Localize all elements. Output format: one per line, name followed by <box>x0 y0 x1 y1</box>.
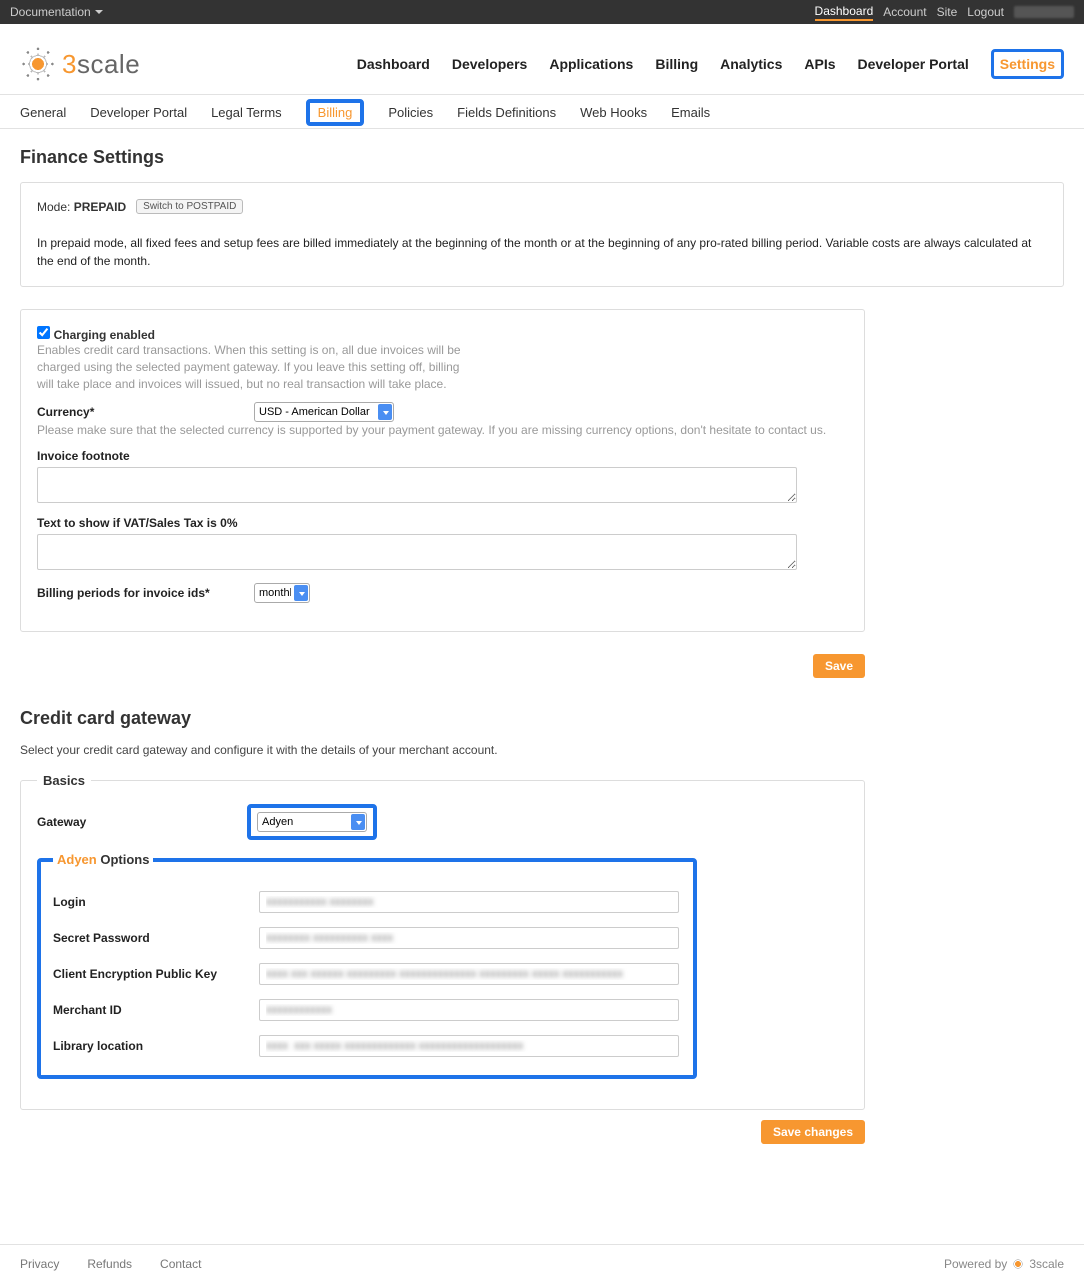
basics-fieldset: Basics Gateway Adyen Adyen Options Login… <box>20 773 865 1110</box>
billing-periods-label: Billing periods for invoice ids* <box>37 586 242 600</box>
save-button[interactable]: Save <box>813 654 865 678</box>
subnav-web-hooks[interactable]: Web Hooks <box>580 105 647 120</box>
nav-billing[interactable]: Billing <box>655 56 698 72</box>
logo-text: 3scale <box>62 49 140 80</box>
billing-periods-select-wrap: monthly <box>254 583 310 603</box>
page-title: Finance Settings <box>20 147 1064 168</box>
secret-password-label: Secret Password <box>53 931 259 945</box>
subnav-billing[interactable]: Billing <box>318 105 353 120</box>
footer: Privacy Refunds Contact Powered by 3scal… <box>0 1244 1084 1283</box>
save-changes-button[interactable]: Save changes <box>761 1120 865 1144</box>
topnav-dashboard[interactable]: Dashboard <box>815 4 874 21</box>
footer-refunds[interactable]: Refunds <box>87 1257 132 1271</box>
charging-enabled-label: Charging enabled <box>54 328 155 342</box>
sub-nav: General Developer Portal Legal Terms Bil… <box>0 95 1084 129</box>
subnav-policies[interactable]: Policies <box>388 105 433 120</box>
invoice-footnote-input[interactable] <box>37 467 797 503</box>
nav-developer-portal[interactable]: Developer Portal <box>858 56 969 72</box>
adyen-options-legend: Adyen Options <box>53 852 153 867</box>
nav-applications[interactable]: Applications <box>549 56 633 72</box>
nav-settings[interactable]: Settings <box>991 49 1064 79</box>
main-nav: Dashboard Developers Applications Billin… <box>357 49 1064 79</box>
gateway-sub: Select your credit card gateway and conf… <box>20 743 1064 757</box>
login-input[interactable] <box>259 891 679 913</box>
footer-logo-icon <box>1011 1257 1025 1271</box>
adyen-options-fieldset: Adyen Options Login Secret Password Clie… <box>37 852 697 1079</box>
logo-icon <box>20 46 56 82</box>
merchant-id-input[interactable] <box>259 999 679 1021</box>
subnav-emails[interactable]: Emails <box>671 105 710 120</box>
gateway-select[interactable]: Adyen <box>257 812 367 832</box>
nav-apis[interactable]: APIs <box>804 56 835 72</box>
user-indicator[interactable] <box>1014 6 1074 18</box>
charging-enabled-checkbox[interactable] <box>37 326 50 339</box>
logo[interactable]: 3scale <box>20 46 140 82</box>
nav-developers[interactable]: Developers <box>452 56 527 72</box>
currency-label: Currency* <box>37 405 242 419</box>
mode-description: In prepaid mode, all fixed fees and setu… <box>37 234 1047 270</box>
nav-analytics[interactable]: Analytics <box>720 56 782 72</box>
page-content: Finance Settings Mode: PREPAID Switch to… <box>0 129 1084 1214</box>
footer-contact[interactable]: Contact <box>160 1257 201 1271</box>
topbar: Documentation Dashboard Account Site Log… <box>0 0 1084 24</box>
settings-panel: Charging enabled Enables credit card tra… <box>20 309 865 632</box>
mode-label: Mode: PREPAID <box>37 200 126 214</box>
vat-input[interactable] <box>37 534 797 570</box>
public-key-input[interactable] <box>259 963 679 985</box>
secret-password-input[interactable] <box>259 927 679 949</box>
billing-periods-select[interactable]: monthly <box>254 583 310 603</box>
documentation-menu[interactable]: Documentation <box>10 5 103 19</box>
topnav-account[interactable]: Account <box>883 5 926 19</box>
merchant-id-label: Merchant ID <box>53 1003 259 1017</box>
currency-select[interactable]: USD - American Dollar <box>254 402 394 422</box>
gateway-heading: Credit card gateway <box>20 708 1064 729</box>
header: 3scale Dashboard Developers Applications… <box>0 24 1084 95</box>
currency-select-wrap: USD - American Dollar <box>254 402 394 422</box>
footer-privacy[interactable]: Privacy <box>20 1257 59 1271</box>
powered-by: Powered by 3scale <box>944 1257 1064 1271</box>
mode-panel: Mode: PREPAID Switch to POSTPAID In prep… <box>20 182 1064 287</box>
subnav-developer-portal[interactable]: Developer Portal <box>90 105 187 120</box>
currency-help: Please make sure that the selected curre… <box>37 422 848 439</box>
subnav-billing-highlight: Billing <box>306 99 365 126</box>
public-key-label: Client Encryption Public Key <box>53 967 259 981</box>
charging-help: Enables credit card transactions. When t… <box>37 342 467 392</box>
documentation-label: Documentation <box>10 5 91 19</box>
basics-legend: Basics <box>37 773 91 788</box>
subnav-legal-terms[interactable]: Legal Terms <box>211 105 282 120</box>
vat-label: Text to show if VAT/Sales Tax is 0% <box>37 516 848 530</box>
nav-dashboard[interactable]: Dashboard <box>357 56 430 72</box>
library-location-input[interactable] <box>259 1035 679 1057</box>
invoice-footnote-label: Invoice footnote <box>37 449 848 463</box>
switch-mode-button[interactable]: Switch to POSTPAID <box>136 199 243 214</box>
subnav-fields-definitions[interactable]: Fields Definitions <box>457 105 556 120</box>
gateway-select-highlight: Adyen <box>247 804 377 840</box>
login-label: Login <box>53 895 259 909</box>
topnav-logout[interactable]: Logout <box>967 5 1004 19</box>
gateway-label: Gateway <box>37 815 235 829</box>
subnav-general[interactable]: General <box>20 105 66 120</box>
topnav-site[interactable]: Site <box>937 5 958 19</box>
library-location-label: Library location <box>53 1039 259 1053</box>
caret-down-icon <box>95 10 103 14</box>
